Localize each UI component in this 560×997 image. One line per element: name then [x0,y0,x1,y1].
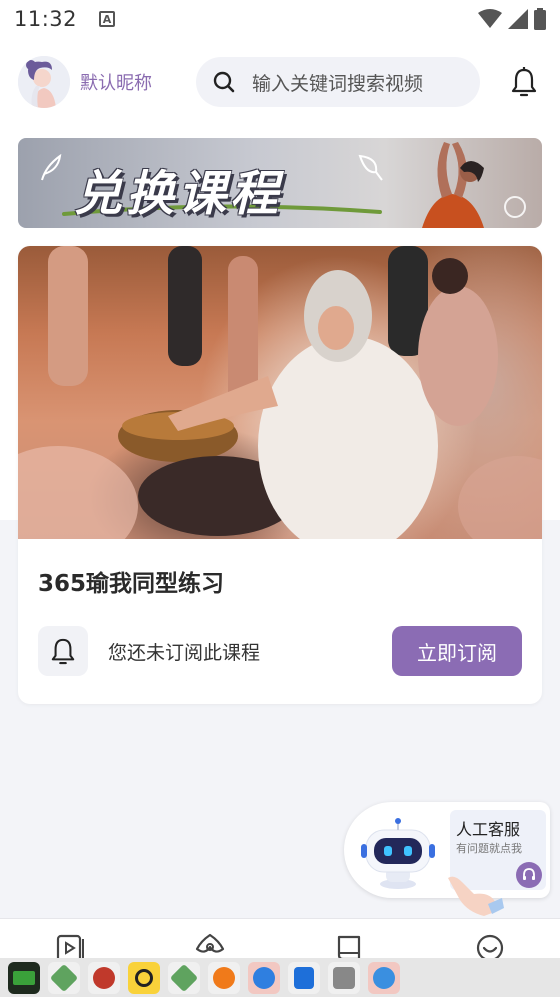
customer-service-title: 人工客服 [456,820,521,839]
video-icon [56,934,84,959]
search-box[interactable]: 输入关键词搜索视频 [196,57,480,107]
taskbar-app-icon[interactable] [8,961,40,994]
signal-icon [508,9,528,29]
notification-button[interactable] [506,64,542,100]
taskbar-app-icon[interactable] [208,961,240,994]
nav-item-profile[interactable] [470,933,510,959]
accessibility-notification-icon: A [99,11,116,27]
leaf-decoration-icon [41,153,62,181]
course-title: 365瑜我同型练习 [38,571,225,597]
avatar-illustration-icon [18,56,70,108]
book-icon [337,935,361,959]
avatar[interactable] [18,56,70,108]
headset-icon [516,862,542,888]
banner-title: 兑换课程 [74,166,283,222]
system-taskbar [0,958,560,997]
battery-icon [534,8,546,30]
course-photo-illustration [18,246,542,566]
nav-item-video[interactable] [50,933,90,959]
status-time: 11:32 [14,7,78,31]
search-icon [213,71,235,93]
robot-icon [361,818,435,889]
yoga-person-illustration [422,142,484,228]
bell-icon [511,67,537,97]
search-placeholder: 输入关键词搜索视频 [252,72,424,95]
customer-service-widget[interactable]: 人工客服 有问题就点我 [344,802,554,916]
redeem-course-banner[interactable]: 兑换课程 [18,138,542,228]
wifi-icon [478,9,502,28]
nav-item-yoga[interactable] [190,933,230,959]
status-icons [478,8,546,30]
taskbar-app-icon[interactable] [168,961,200,994]
bottom-navigation [0,918,560,959]
status-bar: 11:32 A [0,0,560,38]
taskbar-app-icon[interactable] [128,961,160,994]
customer-service-subtitle: 有问题就点我 [456,842,522,855]
taskbar-app-icon[interactable] [48,961,80,994]
taskbar-app-icon[interactable] [288,961,320,994]
yoga-icon [195,933,225,953]
subscription-status: 您还未订阅此课程 [108,641,261,664]
taskbar-app-icon[interactable] [368,961,400,994]
course-cover-image[interactable] [18,246,542,566]
taskbar-app-icon[interactable] [328,961,360,994]
smile-icon [476,934,504,959]
nav-item-book[interactable] [330,933,370,959]
taskbar-app-icon[interactable] [88,961,120,994]
taskbar-app-icon[interactable] [248,961,280,994]
header: 默认昵称 输入关键词搜索视频 [0,54,560,110]
leaf-decoration-icon [358,154,383,181]
bell-icon [51,638,75,665]
subscription-bell [38,626,88,676]
subscription-row: 您还未订阅此课程 立即订阅 [38,626,522,676]
pointing-hand-icon [448,876,504,916]
subscribe-button[interactable]: 立即订阅 [392,626,522,676]
nickname[interactable]: 默认昵称 [80,69,152,95]
play-icon [504,196,526,218]
course-card[interactable]: 365瑜我同型练习 您还未订阅此课程 立即订阅 [18,246,542,704]
